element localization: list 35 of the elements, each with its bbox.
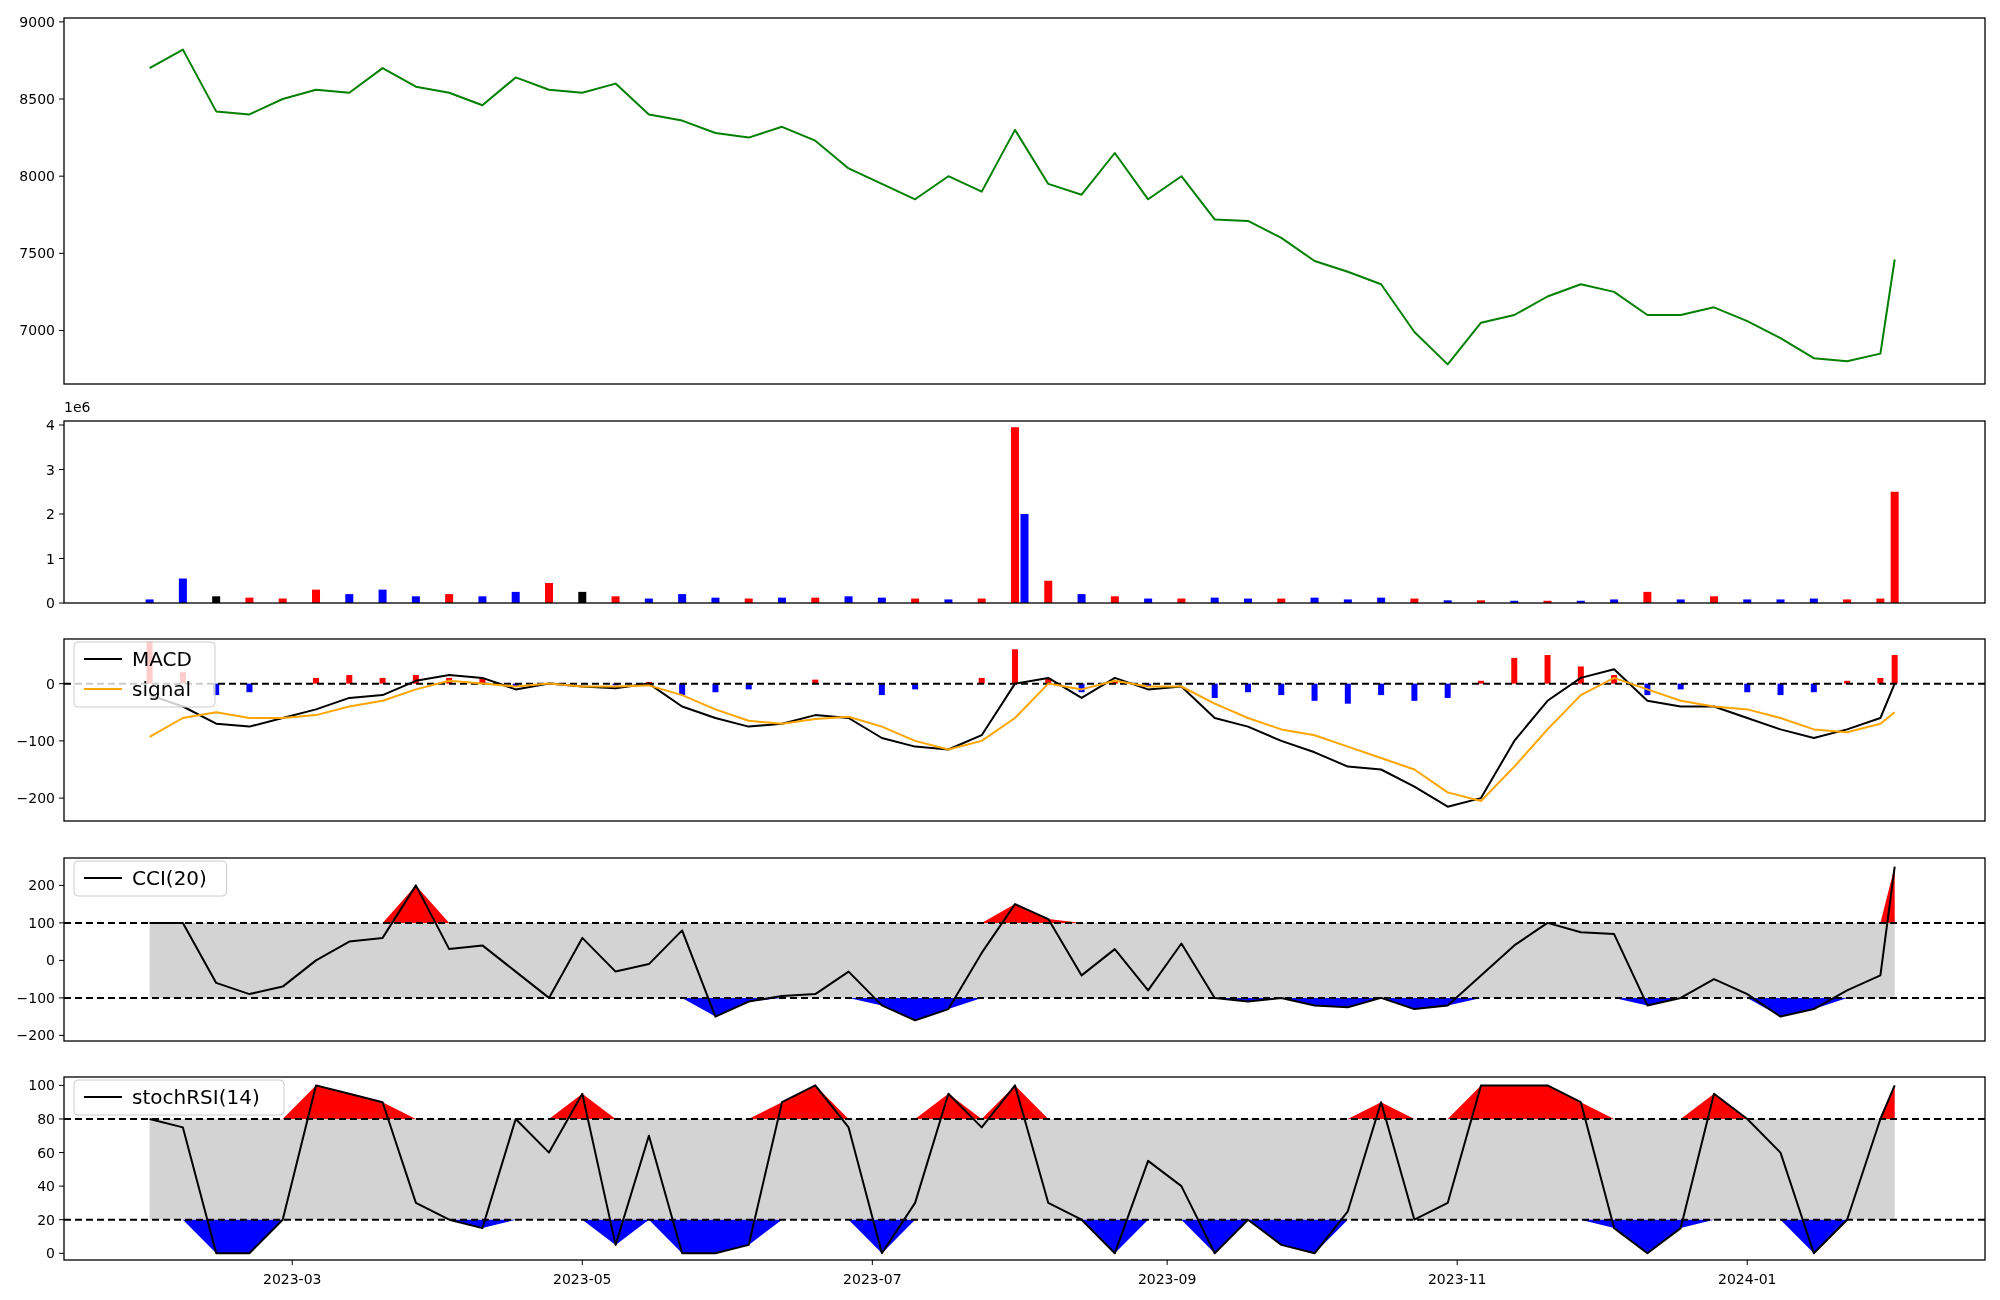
axis-tick-label: 80: [37, 1110, 55, 1127]
axis-tick-label: 3: [46, 461, 55, 478]
axis-tick-label: 0: [46, 595, 55, 611]
axis-tick-label: 8000: [19, 168, 55, 185]
axis-tick-label: 200: [28, 877, 55, 894]
axis-tick-label: 100: [28, 914, 55, 931]
axis-tick-label: −100: [16, 732, 55, 749]
axis-tick-label: 0: [46, 952, 55, 969]
axis-tick-label: 1: [46, 550, 55, 567]
axis-tick-label: 40: [37, 1178, 55, 1195]
legend-label: stochRSI(14): [132, 1085, 260, 1109]
axis-tick-label: 0: [46, 675, 55, 692]
axis-tick-label: 8500: [19, 91, 55, 107]
axis-tick-label: 9000: [19, 13, 55, 30]
axis-tick-label: 2023-05: [553, 1271, 612, 1287]
axis-tick-label: 100: [28, 1077, 55, 1094]
axis-tick-label: 60: [37, 1144, 55, 1161]
axis-tick-label: 20: [37, 1211, 55, 1228]
legend-label: CCI(20): [132, 866, 207, 890]
axis-tick-label: −200: [16, 790, 55, 807]
axis-offset-label: 1e6: [64, 400, 91, 415]
axis-tick-label: 7000: [19, 322, 55, 339]
axis-tick-label: −100: [16, 989, 55, 1006]
axis-tick-label: 2023-09: [1137, 1271, 1197, 1287]
axis-tick-label: 2024-01: [1718, 1271, 1777, 1287]
axis-tick-label: 2023-07: [843, 1271, 902, 1287]
legend-label: MACD: [132, 647, 192, 671]
axis-tick-label: 0: [46, 1245, 55, 1262]
axis-tick-label: 7500: [19, 245, 55, 262]
axis-tick-label: 4: [46, 417, 55, 433]
axis-tick-label: 2023-11: [1427, 1271, 1487, 1287]
legend-label: signal: [132, 677, 192, 701]
axis-tick-label: 2023-03: [263, 1271, 322, 1287]
axis-tick-label: 2: [46, 506, 55, 522]
axis-tick-label: −200: [16, 1027, 55, 1044]
